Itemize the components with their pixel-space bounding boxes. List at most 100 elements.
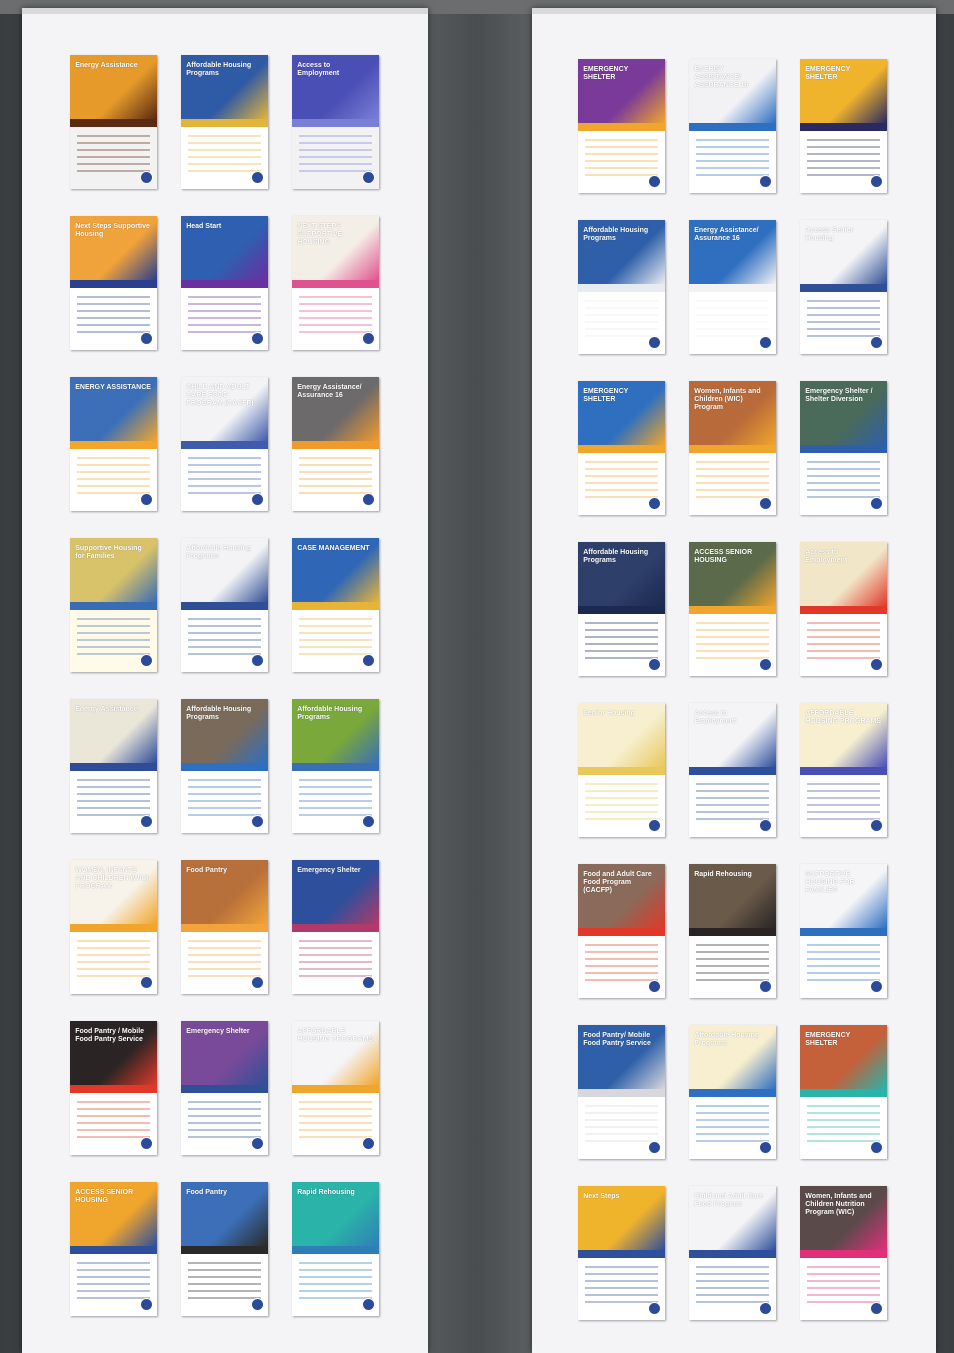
access-logo-icon — [869, 496, 883, 510]
poster-title: NEXT STEPS SUPPORTIVE HOUSING — [297, 222, 343, 246]
poster-title: ACCESS SENIOR HOUSING — [694, 548, 753, 564]
access-logo-icon — [647, 657, 661, 671]
access-logo-icon — [250, 1297, 264, 1311]
poster-text-lines — [76, 457, 151, 495]
poster-color-band — [70, 441, 157, 450]
poster-color-band — [800, 928, 887, 937]
program-poster: Rapid Rehousing — [689, 864, 776, 998]
access-logo-icon — [758, 818, 772, 832]
poster-title: Affordable Housing Programs — [694, 1031, 760, 1047]
poster-title: EMERGENCY SHELTER — [805, 1031, 851, 1047]
poster-title: Head Start — [186, 222, 222, 230]
access-logo-icon — [647, 496, 661, 510]
poster-color-band — [181, 1246, 268, 1255]
program-poster: Food Pantry — [181, 1182, 268, 1316]
poster-text-lines — [298, 940, 373, 978]
poster-title: ENERGY ASSISTANCE — [75, 383, 151, 391]
access-logo-icon — [869, 979, 883, 993]
poster-text-lines — [187, 1262, 262, 1300]
poster-color-band — [292, 602, 379, 611]
poster-text-lines — [806, 622, 881, 660]
poster-title: Affordable Housing Programs — [186, 61, 252, 77]
poster-color-band — [689, 767, 776, 776]
program-poster: ENERGY ASSISTANCE/ ASSURANCE 16 — [689, 59, 776, 193]
poster-color-band — [800, 767, 887, 776]
poster-text-lines — [187, 618, 262, 656]
poster-title: Food Pantry / Mobile Food Pantry Service — [75, 1027, 145, 1043]
poster-title: Energy Assistance/ Assurance 16 — [297, 383, 362, 399]
poster-title: Food Pantry — [186, 1188, 228, 1196]
poster-text-lines — [187, 135, 262, 173]
program-poster: Access to Employment — [800, 542, 887, 676]
banner-rod — [532, 8, 936, 14]
access-logo-icon — [869, 657, 883, 671]
poster-title: WOMEN, INFANTS AND CHILDREN (WIC) PROGRA… — [75, 866, 149, 890]
program-poster: Emergency Shelter — [292, 860, 379, 994]
poster-color-band — [800, 1250, 887, 1259]
poster-color-band — [578, 1089, 665, 1098]
poster-color-band — [292, 119, 379, 128]
program-poster: CHILD AND ADULT CARE FOOD PROGRAM (CACFP… — [181, 377, 268, 511]
poster-text-lines — [584, 139, 659, 177]
poster-text-lines — [298, 296, 373, 334]
program-poster: Next Steps Supportive Housing — [70, 216, 157, 350]
poster-title: Senior Housing — [583, 709, 635, 717]
poster-text-lines — [695, 461, 770, 499]
poster-title: CHILD AND ADULT CARE FOOD PROGRAM (CACFP… — [186, 383, 254, 407]
program-poster: Affordable Housing Programs — [181, 55, 268, 189]
program-poster: EMERGENCY SHELTER — [800, 1025, 887, 1159]
access-logo-icon — [250, 170, 264, 184]
poster-text-lines — [584, 300, 659, 338]
access-logo-icon — [758, 174, 772, 188]
poster-color-band — [292, 441, 379, 450]
poster-color-band — [689, 1089, 776, 1098]
access-logo-icon — [869, 818, 883, 832]
poster-title: Next Steps — [583, 1192, 620, 1200]
poster-title: SUPPORTIVE HOUSING FOR FAMILIES — [805, 870, 855, 894]
poster-color-band — [578, 445, 665, 454]
poster-color-band — [181, 1085, 268, 1094]
access-logo-icon — [139, 653, 153, 667]
poster-color-band — [800, 445, 887, 454]
access-logo-icon — [869, 1140, 883, 1154]
poster-color-band — [578, 928, 665, 937]
program-poster: AFFORDABLE HOUSING PROGRAMS — [800, 703, 887, 837]
poster-color-band — [689, 445, 776, 454]
poster-color-band — [181, 441, 268, 450]
poster-text-lines — [298, 457, 373, 495]
left-banner: Energy Assistance Affordable Housing Prog… — [22, 8, 428, 1353]
access-logo-icon — [250, 975, 264, 989]
poster-color-band — [181, 602, 268, 611]
access-logo-icon — [361, 170, 375, 184]
poster-title: Emergency Shelter — [186, 1027, 250, 1035]
poster-text-lines — [187, 779, 262, 817]
poster-text-lines — [187, 296, 262, 334]
program-poster: Supportive Housing for Families — [70, 538, 157, 672]
program-poster: Food Pantry/ Mobile Food Pantry Service — [578, 1025, 665, 1159]
poster-color-band — [70, 119, 157, 128]
access-logo-icon — [758, 657, 772, 671]
program-poster: AFFORDABLE HOUSING PROGRAMS — [292, 1021, 379, 1155]
access-logo-icon — [647, 979, 661, 993]
access-logo-icon — [758, 979, 772, 993]
access-logo-icon — [361, 814, 375, 828]
right-banner: EMERGENCY SHELTER ENERGY ASSISTANCE/ ASSU… — [532, 8, 936, 1353]
poster-title: Food Pantry — [186, 866, 228, 874]
poster-color-band — [578, 767, 665, 776]
access-logo-icon — [361, 1297, 375, 1311]
poster-text-lines — [806, 139, 881, 177]
program-poster: Head Start — [181, 216, 268, 350]
poster-title: EMERGENCY SHELTER — [583, 387, 629, 403]
program-poster: CASE MANAGEMENT — [292, 538, 379, 672]
program-poster: Affordable Housing Programs — [578, 220, 665, 354]
poster-text-lines — [76, 1101, 151, 1139]
poster-text-lines — [298, 779, 373, 817]
poster-color-band — [70, 763, 157, 772]
poster-text-lines — [584, 622, 659, 660]
poster-title: AFFORDABLE HOUSING PROGRAMS — [297, 1027, 374, 1043]
poster-color-band — [181, 280, 268, 289]
poster-text-lines — [695, 622, 770, 660]
program-poster: Child and Adult Care Food Program — [689, 1186, 776, 1320]
poster-color-band — [181, 763, 268, 772]
program-poster: Food Pantry / Mobile Food Pantry Service — [70, 1021, 157, 1155]
